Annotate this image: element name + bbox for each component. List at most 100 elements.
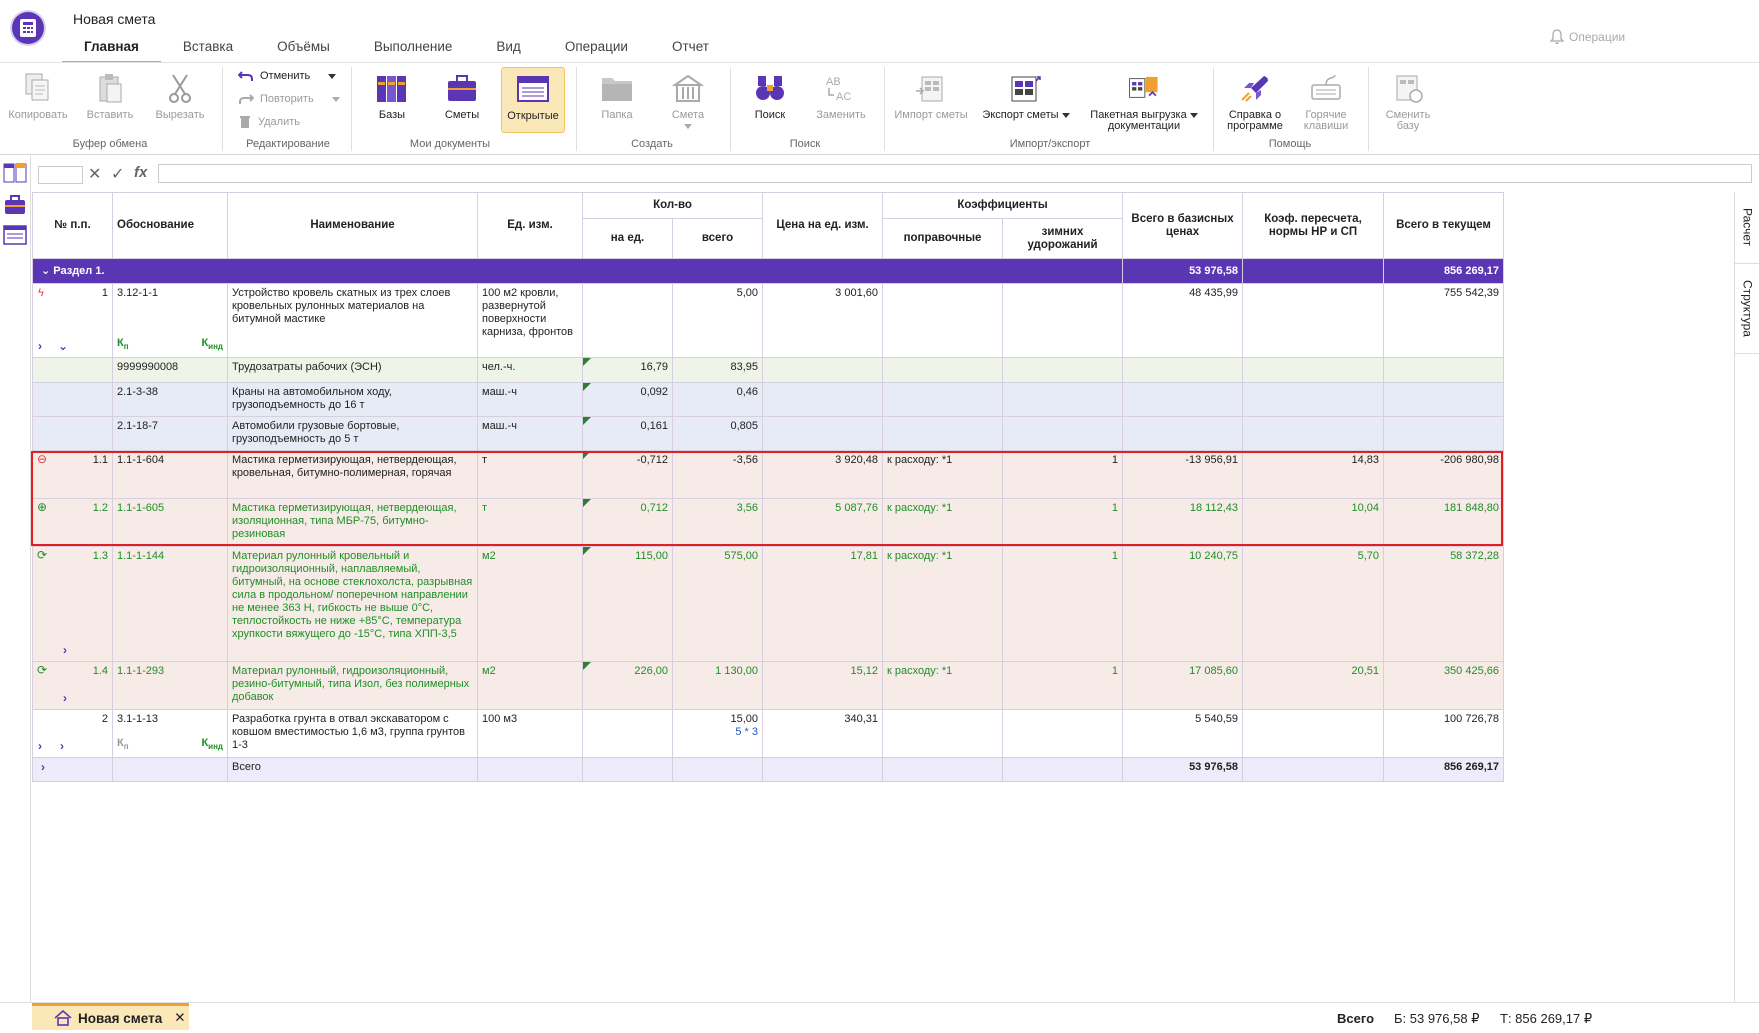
search-button[interactable]: Поиск xyxy=(740,71,800,121)
qty-total-cell[interactable]: 15,00 5 * 3 xyxy=(672,709,763,758)
coef-corr-cell[interactable] xyxy=(882,382,1003,417)
table-row[interactable]: 2 › › 3.1-1-13 Кп Кинд Разработка грунта… xyxy=(32,709,1504,758)
header-base-total[interactable]: Всего в базисных ценах xyxy=(1122,192,1243,259)
function-icon[interactable]: fx xyxy=(134,164,147,181)
header-qty[interactable]: Кол-во xyxy=(582,192,763,219)
kp-coef-icon[interactable]: Кп xyxy=(117,337,129,353)
header-qty-total[interactable]: всего xyxy=(672,218,763,259)
coef-corr-cell[interactable]: к расходу: *1 xyxy=(882,450,1003,499)
price-cell[interactable]: 5 087,76 xyxy=(762,498,883,547)
formula-input[interactable] xyxy=(158,164,1752,183)
recalc-cell[interactable] xyxy=(1242,357,1384,383)
unit-cell[interactable]: 100 м3 xyxy=(477,709,583,758)
base-total-cell[interactable]: 5 540,59 xyxy=(1122,709,1243,758)
switch-base-button[interactable]: Сменить базу xyxy=(1376,71,1440,132)
price-cell[interactable]: 340,31 xyxy=(762,709,883,758)
side-tab-calculation[interactable]: Расчет xyxy=(1735,192,1759,264)
unit-cell[interactable]: маш.-ч xyxy=(477,382,583,417)
cut-button[interactable]: Вырезать xyxy=(148,71,212,121)
price-cell[interactable]: 17,81 xyxy=(762,546,883,662)
basis-cell[interactable]: 1.1-1-293 xyxy=(112,661,228,710)
replace-button[interactable]: AB AC Заменить xyxy=(810,71,872,121)
table-row[interactable]: 9999990008 Трудозатраты рабочих (ЭСН) че… xyxy=(32,357,1504,383)
header-price[interactable]: Цена на ед. изм. xyxy=(762,192,883,259)
coef-winter-cell[interactable] xyxy=(1002,357,1123,383)
cur-total-cell[interactable]: 350 425,66 xyxy=(1383,661,1504,710)
recalc-cell[interactable]: 14,83 xyxy=(1242,450,1384,499)
estimates-button[interactable]: Сметы xyxy=(432,71,492,121)
app-logo-icon[interactable] xyxy=(12,12,44,44)
coef-corr-cell[interactable]: к расходу: *1 xyxy=(882,546,1003,662)
base-total-cell[interactable] xyxy=(1122,382,1243,417)
name-cell[interactable]: Материал рулонный, гидроизоляционный, ре… xyxy=(227,661,478,710)
name-cell[interactable]: Мастика герметизирующая, нетвердеющая, к… xyxy=(227,450,478,499)
basis-cell[interactable]: 2.1-18-7 xyxy=(112,416,228,451)
base-total-cell[interactable]: 17 085,60 xyxy=(1122,661,1243,710)
name-cell[interactable]: Разработка грунта в отвал экскаватором с… xyxy=(227,709,478,758)
undo-dropdown-icon[interactable] xyxy=(328,73,337,79)
unit-cell[interactable]: т xyxy=(477,498,583,547)
qty-total-cell[interactable]: 1 130,00 xyxy=(672,661,763,710)
cur-total-cell[interactable]: 100 726,78 xyxy=(1383,709,1504,758)
basis-cell[interactable]: 1.1-1-605 xyxy=(112,498,228,547)
export-dropdown-icon[interactable] xyxy=(1061,112,1070,118)
name-cell[interactable]: Краны на автомобильном ходу, грузоподъем… xyxy=(227,382,478,417)
basis-cell[interactable]: 3.12-1-1 Кп Кинд xyxy=(112,283,228,358)
recalc-cell[interactable]: 10,04 xyxy=(1242,498,1384,547)
header-qty-per[interactable]: на ед. xyxy=(582,218,673,259)
coef-winter-cell[interactable] xyxy=(1002,416,1123,451)
about-button[interactable]: Справка о программе xyxy=(1220,71,1290,132)
recalc-cell[interactable] xyxy=(1242,283,1384,358)
name-cell[interactable]: Автомобили грузовые бортовые, грузоподъе… xyxy=(227,416,478,451)
price-cell[interactable] xyxy=(762,416,883,451)
unit-cell[interactable]: 100 м2 кровли, развернутой поверхности к… xyxy=(477,283,583,358)
recalc-cell[interactable] xyxy=(1242,416,1384,451)
recalc-cell[interactable] xyxy=(1242,709,1384,758)
header-unit[interactable]: Ед. изм. xyxy=(477,192,583,259)
cell-reference-field[interactable] xyxy=(38,166,83,184)
base-total-cell[interactable] xyxy=(1122,357,1243,383)
chevron-right-icon[interactable]: › xyxy=(63,692,67,705)
base-total-cell[interactable]: 18 112,43 xyxy=(1122,498,1243,547)
name-cell[interactable]: Трудозатраты рабочих (ЭСН) xyxy=(227,357,478,383)
total-row[interactable]: › Всего 53 976,58 856 269,17 xyxy=(32,757,1504,782)
delete-button[interactable]: Удалить xyxy=(238,115,300,129)
header-coef-winter[interactable]: зимних удорожаний xyxy=(1002,218,1123,259)
kind-coef-icon[interactable]: Кинд xyxy=(201,737,223,753)
qty-per-cell[interactable]: 226,00 xyxy=(582,661,673,710)
header-recalc[interactable]: Коэф. пересчета, нормы НР и СП xyxy=(1242,192,1384,259)
plus-circle-icon[interactable]: ⊕ xyxy=(37,501,47,514)
tab-report[interactable]: Отчет xyxy=(650,36,731,64)
cur-total-cell[interactable] xyxy=(1383,416,1504,451)
coef-winter-cell[interactable] xyxy=(1002,382,1123,417)
export-estimate-button[interactable]: Экспорт сметы xyxy=(978,71,1074,121)
redo-button[interactable]: Повторить xyxy=(238,92,340,106)
section-row[interactable]: ⌄ Раздел 1. 53 976,58 856 269,17 xyxy=(32,258,1504,284)
recalc-cell[interactable]: 5,70 xyxy=(1242,546,1384,662)
qty-total-cell[interactable]: 0,46 xyxy=(672,382,763,417)
copy-button[interactable]: Копировать xyxy=(6,71,70,121)
coef-winter-cell[interactable]: 1 xyxy=(1002,450,1123,499)
qty-per-cell[interactable]: 16,79 xyxy=(582,357,673,383)
basis-cell[interactable]: 2.1-3-38 xyxy=(112,382,228,417)
new-estimate-button[interactable]: Смета xyxy=(658,71,718,129)
coef-corr-cell[interactable]: к расходу: *1 xyxy=(882,498,1003,547)
price-cell[interactable] xyxy=(762,357,883,383)
base-total-cell[interactable] xyxy=(1122,416,1243,451)
basis-cell[interactable]: 1.1-1-604 xyxy=(112,450,228,499)
batch-export-dropdown-icon[interactable] xyxy=(1189,112,1198,118)
import-estimate-button[interactable]: Импорт сметы xyxy=(890,71,972,121)
tab-volumes[interactable]: Объёмы xyxy=(255,36,352,64)
qty-per-cell[interactable]: 0,161 xyxy=(582,416,673,451)
header-cur-total[interactable]: Всего в текущем xyxy=(1383,192,1504,259)
header-coef[interactable]: Коэффициенты xyxy=(882,192,1123,219)
coef-corr-cell[interactable] xyxy=(882,357,1003,383)
chevron-right-icon[interactable]: › xyxy=(38,340,42,353)
section-label-cell[interactable]: ⌄ Раздел 1. xyxy=(32,258,1123,284)
open-docs-button[interactable]: Открытые xyxy=(501,67,565,133)
header-num[interactable]: № п.п. xyxy=(32,192,113,259)
header-coef-corr[interactable]: поправочные xyxy=(882,218,1003,259)
coef-corr-cell[interactable]: к расходу: *1 xyxy=(882,661,1003,710)
base-total-cell[interactable]: 48 435,99 xyxy=(1122,283,1243,358)
basis-cell[interactable]: 9999990008 xyxy=(112,357,228,383)
